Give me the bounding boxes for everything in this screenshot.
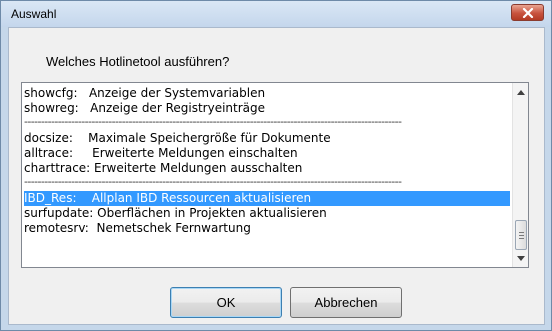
- grip-line: [519, 238, 524, 239]
- close-icon: [522, 7, 533, 18]
- grip-line: [519, 232, 524, 233]
- scrollbar-thumb[interactable]: [515, 220, 527, 250]
- tool-listbox[interactable]: showcfg: Anzeige der Systemvariablen sho…: [21, 82, 529, 268]
- list-item-ibd-res[interactable]: IBD_Res: Allplan IBD Ressourcen aktualis…: [24, 191, 510, 206]
- list-separator[interactable]: ----------------------------------------…: [24, 174, 510, 189]
- list-separator[interactable]: ----------------------------------------…: [24, 114, 510, 129]
- list-item-remotesrv[interactable]: remotesrv: Nemetschek Fernwartung: [24, 221, 510, 236]
- prompt-label: Welches Hotlinetool ausführen?: [46, 54, 230, 69]
- list-item-alltrace[interactable]: alltrace: Erweiterte Meldungen einschalt…: [24, 146, 510, 161]
- dialog-body: Welches Hotlinetool ausführen? showcfg: …: [8, 27, 545, 325]
- cancel-button[interactable]: Abbrechen: [290, 287, 402, 318]
- scroll-up-arrow-icon[interactable]: [516, 87, 526, 97]
- ok-button[interactable]: OK: [170, 287, 282, 318]
- title-bar[interactable]: Auswahl: [1, 1, 551, 27]
- window-title: Auswahl: [11, 7, 57, 21]
- list-item-docsize[interactable]: docsize: Maximale Speichergröße für Doku…: [24, 131, 510, 146]
- scroll-down-arrow-icon[interactable]: [516, 253, 526, 263]
- grip-line: [519, 235, 524, 236]
- list-item-showcfg[interactable]: showcfg: Anzeige der Systemvariablen: [24, 86, 510, 101]
- close-button[interactable]: [511, 4, 544, 21]
- dialog-window: Auswahl Welches Hotlinetool ausführen? s…: [0, 0, 552, 331]
- vertical-scrollbar[interactable]: [512, 83, 528, 267]
- list-item-surfupdate[interactable]: surfupdate: Oberflächen in Projekten akt…: [24, 206, 510, 221]
